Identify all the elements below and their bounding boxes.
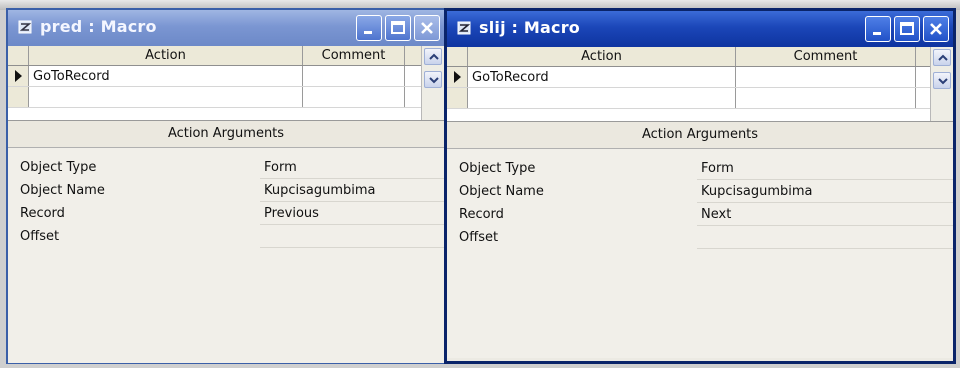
action-cell[interactable]: GoToRecord [29,66,303,86]
column-header-action: Action [468,47,736,66]
vertical-scrollbar[interactable] [930,47,953,121]
row-selector[interactable] [447,67,468,87]
close-button[interactable] [414,15,440,41]
macro-row[interactable]: GoToRecord [8,66,444,87]
macro-row-empty[interactable] [447,88,953,109]
row-selector[interactable] [8,87,29,107]
macro-icon [18,20,32,34]
argument-row-offset[interactable]: Offset [447,226,953,249]
argument-label: Offset [459,230,499,245]
argument-row-object-type[interactable]: Object Type Form [8,156,444,179]
selector-header [8,46,29,65]
minimize-button[interactable] [356,15,382,41]
arrow-down-icon [429,77,439,84]
close-icon [930,23,942,35]
action-cell[interactable] [468,88,736,108]
action-arguments-panel: Action Arguments Object Type Form Object… [8,121,444,363]
argument-row-record[interactable]: Record Next [447,203,953,226]
argument-label: Record [20,206,65,221]
maximize-icon [900,22,914,35]
action-cell[interactable]: GoToRecord [468,67,736,87]
macro-window-slij[interactable]: slij : Macro Action Comment GoToRecord A… [444,8,956,364]
argument-label: Object Type [20,160,97,175]
row-selector[interactable] [447,88,468,108]
argument-value[interactable]: Form [260,156,444,179]
minimize-icon [873,32,881,35]
argument-label: Object Name [20,183,105,198]
arrow-down-icon [938,78,948,85]
vertical-scrollbar[interactable] [421,46,444,120]
window-title: slij : Macro [479,18,581,37]
column-header-comment: Comment [736,47,916,66]
macro-action-grid: Action Comment GoToRecord [8,46,444,121]
action-arguments-title: Action Arguments [8,121,444,148]
action-arguments-title: Action Arguments [447,122,953,149]
comment-cell[interactable] [303,66,405,86]
comment-cell[interactable] [303,87,405,107]
minimize-button[interactable] [865,16,891,42]
selector-header [447,47,468,66]
close-icon [421,22,433,34]
title-bar[interactable]: pred : Macro [8,10,444,46]
row-selector[interactable] [8,66,29,86]
scroll-down-button[interactable] [933,72,951,89]
argument-value[interactable]: Kupcisagumbima [260,179,444,202]
action-arguments-panel: Action Arguments Object Type Form Object… [447,122,953,358]
grid-header: Action Comment [447,47,953,67]
scroll-down-button[interactable] [424,71,442,88]
macro-row-empty[interactable] [8,87,444,108]
argument-value[interactable]: Previous [260,202,444,225]
argument-row-offset[interactable]: Offset [8,225,444,248]
current-row-arrow-icon [15,70,22,82]
argument-label: Object Type [459,161,536,176]
macro-window-pred[interactable]: pred : Macro Action Comment GoToRecord A… [6,8,446,364]
column-header-comment: Comment [303,46,405,65]
argument-label: Object Name [459,184,544,199]
maximize-button[interactable] [894,16,920,42]
macro-row[interactable]: GoToRecord [447,67,953,88]
current-row-arrow-icon [454,71,461,83]
argument-label: Record [459,207,504,222]
argument-row-object-name[interactable]: Object Name Kupcisagumbima [8,179,444,202]
argument-value[interactable]: Next [697,203,953,226]
comment-cell[interactable] [736,67,916,87]
argument-value[interactable] [260,225,444,248]
comment-cell[interactable] [736,88,916,108]
argument-row-record[interactable]: Record Previous [8,202,444,225]
argument-row-object-name[interactable]: Object Name Kupcisagumbima [447,180,953,203]
close-button[interactable] [923,16,949,42]
maximize-icon [391,21,405,34]
column-header-action: Action [29,46,303,65]
maximize-button[interactable] [385,15,411,41]
arrow-up-icon [429,53,439,60]
macro-icon [457,21,471,35]
argument-value[interactable]: Kupcisagumbima [697,180,953,203]
title-bar[interactable]: slij : Macro [447,11,953,47]
scroll-up-button[interactable] [933,49,951,66]
argument-row-object-type[interactable]: Object Type Form [447,157,953,180]
argument-value[interactable] [697,226,953,249]
scroll-up-button[interactable] [424,48,442,65]
minimize-icon [364,31,372,34]
window-title: pred : Macro [40,17,157,36]
macro-action-grid: Action Comment GoToRecord [447,47,953,122]
argument-value[interactable]: Form [697,157,953,180]
grid-header: Action Comment [8,46,444,66]
argument-label: Offset [20,229,60,244]
action-cell[interactable] [29,87,303,107]
arrow-up-icon [938,54,948,61]
